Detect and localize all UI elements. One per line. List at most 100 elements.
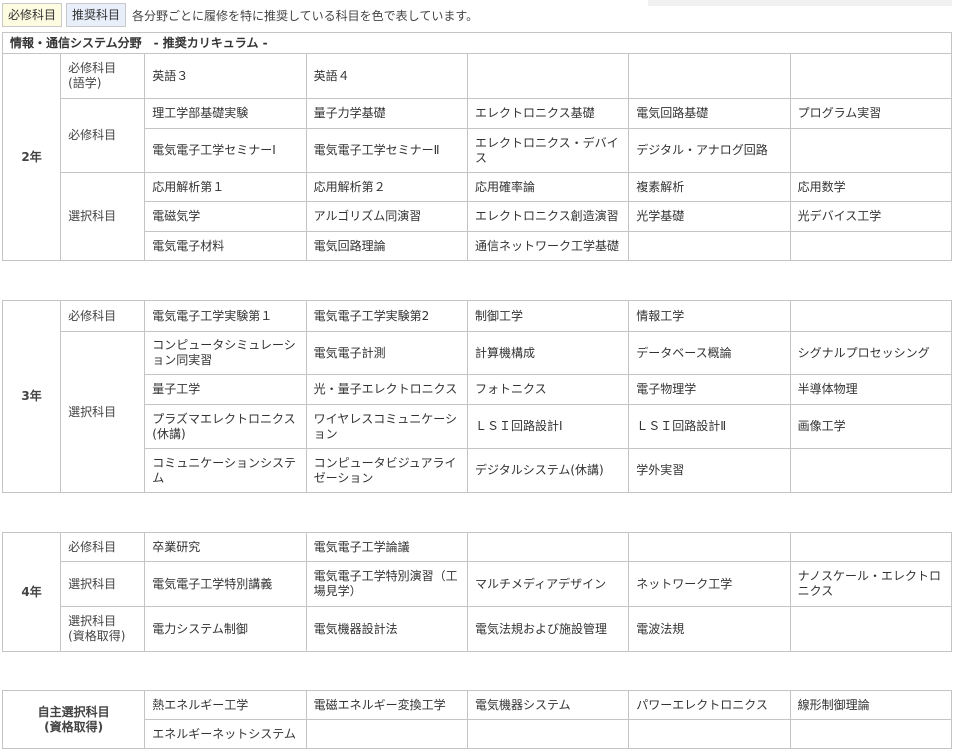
course-cell: 電気電子材料 (144, 231, 307, 261)
course-cell: 英語３ (144, 53, 307, 99)
course-cell: 電気回路基礎 (628, 98, 791, 129)
course-cell: 電波法規 (628, 606, 791, 652)
empty-cell (628, 719, 791, 749)
course-cell: デジタルシステム(休講) (466, 448, 630, 493)
course-cell: デジタル・アナログ回路 (628, 128, 791, 173)
course-cell: 電気機器設計法 (305, 606, 468, 652)
course-cell: 光デバイス工学 (789, 201, 953, 232)
course-cell: 複素解析 (628, 172, 791, 202)
year-label: 4年 (1, 532, 62, 652)
empty-cell (789, 719, 953, 749)
curriculum-header: 情報・通信システム分野 - 推奨カリキュラム - (2, 32, 952, 54)
empty-cell (305, 719, 468, 749)
category-label: 選択科目 (60, 561, 146, 607)
category-label: 必修科目 (語学) (60, 53, 146, 99)
course-cell: 電磁気学 (144, 201, 307, 232)
course-cell: ネットワーク工学 (628, 561, 791, 607)
course-cell: 量子工学 (144, 374, 307, 405)
empty-cell (789, 532, 953, 562)
empty-cell (628, 53, 791, 99)
course-cell: 電磁エネルギー変換工学 (305, 690, 468, 720)
course-cell: ナノスケール・エレクトロニクス (789, 561, 953, 607)
course-cell: 通信ネットワーク工学基礎 (466, 231, 630, 261)
empty-cell (789, 448, 953, 493)
course-cell: 光・量子エレクトロニクス (305, 374, 468, 405)
empty-cell (789, 300, 953, 332)
year4-table: 4年 必修科目 卒業研究 電気電子工学論議 選択科目 電気電子工学特別講義 電気… (1, 532, 953, 652)
empty-cell (789, 231, 953, 261)
category-label: 選択科目 (資格取得) (60, 606, 146, 652)
empty-cell (628, 231, 791, 261)
year-label: 3年 (1, 300, 62, 493)
course-cell: 学外実習 (628, 448, 791, 493)
course-cell: ＬＳＩ回路設計Ⅱ (628, 404, 791, 449)
year-label: 2年 (1, 53, 62, 261)
empty-cell (789, 128, 953, 173)
course-cell: 理工学部基礎実験 (144, 98, 307, 129)
legend-note: 各分野ごとに履修を特に推奨している科目を色で表しています。 (132, 8, 479, 23)
course-cell: パワーエレクトロニクス (628, 690, 791, 720)
course-cell: 英語４ (305, 53, 468, 99)
self-selected-table: 自主選択科目 (資格取得) 熱エネルギー工学 電磁エネルギー変換工学 電気機器シ… (1, 690, 953, 749)
course-cell: データベース概論 (628, 331, 791, 375)
course-cell: 熱エネルギー工学 (144, 690, 307, 720)
course-cell: 量子力学基礎 (305, 98, 468, 129)
legend-recommended-chip: 推奨科目 (66, 3, 127, 27)
year3-table: 3年 必修科目 電気電子工学実験第１ 電気電子工学実験第2 制御工学 情報工学 … (1, 300, 953, 493)
course-cell: 光学基礎 (628, 201, 791, 232)
legend-required-chip: 必修科目 (2, 3, 63, 27)
course-cell: 線形制御理論 (789, 690, 953, 720)
course-cell: ＬＳＩ回路設計Ⅰ (466, 404, 630, 449)
empty-cell (789, 53, 953, 99)
top-gray-bar (648, 0, 952, 6)
course-cell: 電気電子工学セミナーⅡ (305, 128, 468, 173)
category-label: 必修科目 (60, 532, 146, 562)
course-cell: 計算機構成 (466, 331, 630, 375)
course-cell: 電気法規および施設管理 (466, 606, 630, 652)
course-cell: シグナルプロセッシング (789, 331, 953, 375)
category-label: 必修科目 (60, 98, 146, 173)
empty-cell (466, 719, 630, 749)
course-cell: 応用確率論 (466, 172, 630, 202)
course-cell: ワイヤレスコミュニケーション (305, 404, 468, 449)
course-cell: 卒業研究 (144, 532, 307, 562)
empty-cell (628, 532, 791, 562)
course-cell: アルゴリズム同演習 (305, 201, 468, 232)
course-cell: 情報工学 (628, 300, 791, 332)
course-cell: プラズマエレクトロニクス(休講) (144, 404, 307, 449)
course-cell: 電気電子工学セミナーⅠ (144, 128, 307, 173)
course-cell: 電気電子工学実験第2 (305, 300, 468, 332)
course-cell: 電気電子計測 (305, 331, 468, 375)
category-label: 選択科目 (60, 331, 146, 493)
course-cell: マルチメディアデザイン (466, 561, 630, 607)
legend: 必修科目 推奨科目 各分野ごとに履修を特に推奨している科目を色で表しています。 (2, 2, 478, 28)
category-label: 必修科目 (60, 300, 146, 332)
course-cell: 電子物理学 (628, 374, 791, 405)
empty-cell (466, 532, 630, 562)
course-cell: コミュニケーションシステム (144, 448, 307, 493)
course-cell: 半導体物理 (789, 374, 953, 405)
course-cell: プログラム実習 (789, 98, 953, 129)
course-cell: 電気電子工学論議 (305, 532, 468, 562)
year2-table: 情報・通信システム分野 - 推奨カリキュラム - 2年 必修科目 (語学) 英語… (1, 32, 953, 261)
course-cell: 制御工学 (466, 300, 630, 332)
course-cell: 電気電子工学実験第１ (144, 300, 307, 332)
course-cell: 電気回路理論 (305, 231, 468, 261)
course-cell: コンピュータビジュアライゼーション (305, 448, 468, 493)
empty-cell (466, 53, 630, 99)
course-cell: 電気電子工学特別演習（工場見学） (305, 561, 468, 607)
course-cell: エレクトロニクス創造演習 (466, 201, 630, 232)
course-cell: 画像工学 (789, 404, 953, 449)
course-cell: エレクトロニクス基礎 (466, 98, 630, 129)
course-cell: 応用解析第１ (144, 172, 307, 202)
course-cell: エレクトロニクス・デバイス (466, 128, 630, 173)
empty-cell (789, 606, 953, 652)
course-cell: 電力システム制御 (144, 606, 307, 652)
course-cell: 電気電子工学特別講義 (144, 561, 307, 607)
course-cell: 応用数学 (789, 172, 953, 202)
course-cell: 応用解析第２ (305, 172, 468, 202)
course-cell: フォトニクス (466, 374, 630, 405)
course-cell: コンピュータシミュレーション同実習 (144, 331, 307, 375)
course-cell: エネルギーネットシステム (144, 719, 307, 749)
category-label: 選択科目 (60, 172, 146, 261)
